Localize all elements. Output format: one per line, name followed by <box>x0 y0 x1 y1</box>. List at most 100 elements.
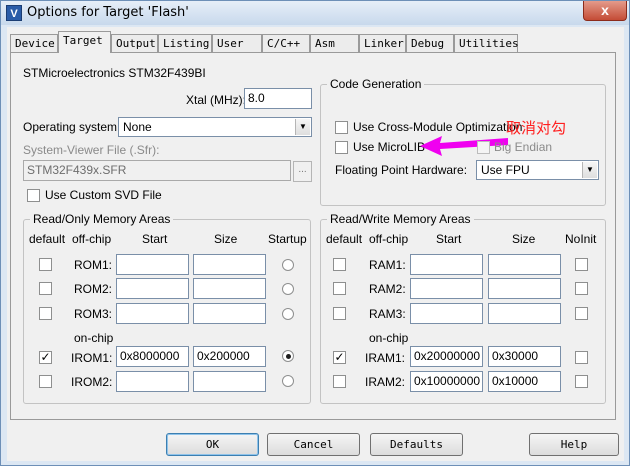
ram3-noinit-checkbox[interactable] <box>575 307 588 320</box>
microlib-label: Use MicroLIB <box>353 140 426 154</box>
irom1-start-input[interactable]: 0x8000000 <box>116 346 189 367</box>
cross-module-optimization-label: Use Cross-Module Optimization <box>353 120 523 134</box>
title-bar[interactable]: V Options for Target 'Flash' x <box>1 1 629 25</box>
irom1-default-checkbox[interactable]: ✓ <box>39 351 52 364</box>
ram2-noinit-checkbox[interactable] <box>575 282 588 295</box>
iram2-default-checkbox[interactable] <box>333 375 346 388</box>
iram1-size-input[interactable]: 0x30000 <box>488 346 561 367</box>
tab-user[interactable]: User <box>212 34 262 52</box>
rom3-label: ROM3: <box>74 307 113 321</box>
ram-onchip-label: on-chip <box>369 331 409 345</box>
tab-listing[interactable]: Listing <box>158 34 212 52</box>
iram1-label: IRAM1: <box>365 351 406 365</box>
ram-header-start: Start <box>436 232 462 246</box>
device-name: STMicroelectronics STM32F439BI <box>23 66 206 80</box>
irom1-size-input[interactable]: 0x200000 <box>193 346 266 367</box>
ram1-start-input[interactable] <box>410 254 483 275</box>
rom3-default-checkbox[interactable] <box>39 307 52 320</box>
defaults-button[interactable]: Defaults <box>370 433 463 456</box>
rom2-label: ROM2: <box>74 282 113 296</box>
rom3-startup-radio[interactable] <box>282 308 294 320</box>
ram1-noinit-checkbox[interactable] <box>575 258 588 271</box>
ram3-default-checkbox[interactable] <box>333 307 346 320</box>
tab-debug[interactable]: Debug <box>406 34 454 52</box>
iram1-start-input[interactable]: 0x20000000 <box>410 346 483 367</box>
fpu-value: Use FPU <box>481 163 530 177</box>
iram2-start-input[interactable]: 0x10000000 <box>410 371 483 392</box>
ram-header-size: Size <box>512 232 536 246</box>
ram2-size-input[interactable] <box>488 278 561 299</box>
irom2-label: IROM2: <box>71 375 113 389</box>
rom1-default-checkbox[interactable] <box>39 258 52 271</box>
rom2-size-input[interactable] <box>193 278 266 299</box>
iram2-noinit-checkbox[interactable] <box>575 375 588 388</box>
ram-header-noinit: NoInit <box>565 232 597 246</box>
ram1-default-checkbox[interactable] <box>333 258 346 271</box>
ram1-size-input[interactable] <box>488 254 561 275</box>
rom2-default-checkbox[interactable] <box>39 282 52 295</box>
ram2-default-checkbox[interactable] <box>333 282 346 295</box>
chevron-down-icon: ▼ <box>582 162 597 178</box>
rom1-startup-radio[interactable] <box>282 259 294 271</box>
cross-module-optimization-checkbox[interactable] <box>335 121 348 134</box>
keil-app-icon: V <box>6 5 22 21</box>
xtal-input[interactable]: 8.0 <box>244 88 312 109</box>
operating-system-select[interactable]: None ▼ <box>118 117 312 137</box>
microlib-checkbox[interactable] <box>335 141 348 154</box>
tab-asm[interactable]: Asm <box>310 34 359 52</box>
rom-header-default: default <box>29 232 66 246</box>
irom2-startup-radio[interactable] <box>282 375 294 387</box>
rom-header-size: Size <box>214 232 238 246</box>
iram1-default-checkbox[interactable]: ✓ <box>333 351 346 364</box>
tab-strip: Device Target Output Listing User C/C++ … <box>6 30 616 53</box>
ram3-size-input[interactable] <box>488 303 561 324</box>
cancel-button[interactable]: Cancel <box>267 433 360 456</box>
ram-group-title: Read/Write Memory Areas <box>327 212 474 226</box>
custom-svd-checkbox[interactable] <box>27 189 40 202</box>
rom2-startup-radio[interactable] <box>282 283 294 295</box>
code-generation-title: Code Generation <box>327 77 425 91</box>
ram3-label: RAM3: <box>369 307 406 321</box>
irom2-start-input[interactable] <box>116 371 189 392</box>
rom1-size-input[interactable] <box>193 254 266 275</box>
rom-header-start: Start <box>142 232 168 246</box>
ram3-start-input[interactable] <box>410 303 483 324</box>
rom-group-title: Read/Only Memory Areas <box>30 212 174 226</box>
ram-header-default: default <box>326 232 363 246</box>
tab-utilities[interactable]: Utilities <box>454 34 519 52</box>
tab-c-cpp[interactable]: C/C++ <box>262 34 310 52</box>
operating-system-value: None <box>123 120 152 134</box>
svd-browse-button[interactable]: ... <box>293 161 312 182</box>
iram1-noinit-checkbox[interactable] <box>575 351 588 364</box>
ram2-start-input[interactable] <box>410 278 483 299</box>
iram2-label: IRAM2: <box>365 375 406 389</box>
rom-onchip-label: on-chip <box>74 331 114 345</box>
tab-output[interactable]: Output <box>111 34 158 52</box>
rom1-label: ROM1: <box>74 258 113 272</box>
svd-file-input[interactable]: STM32F439x.SFR <box>23 160 291 181</box>
tab-target[interactable]: Target <box>58 31 111 53</box>
help-button[interactable]: Help <box>529 433 619 456</box>
rom3-start-input[interactable] <box>116 303 189 324</box>
tab-device[interactable]: Device <box>10 34 58 52</box>
window-title: Options for Target 'Flash' <box>27 5 189 20</box>
big-endian-label: Big Endian <box>494 140 553 154</box>
custom-svd-label: Use Custom SVD File <box>45 188 162 202</box>
rom1-start-input[interactable] <box>116 254 189 275</box>
rom3-size-input[interactable] <box>193 303 266 324</box>
ram2-label: RAM2: <box>369 282 406 296</box>
irom1-startup-radio[interactable] <box>282 350 294 362</box>
tab-linker[interactable]: Linker <box>359 34 406 52</box>
irom2-default-checkbox[interactable] <box>39 375 52 388</box>
iram2-size-input[interactable]: 0x10000 <box>488 371 561 392</box>
ok-button[interactable]: OK <box>166 433 259 456</box>
operating-system-label: Operating system: <box>23 120 121 134</box>
fpu-select[interactable]: Use FPU ▼ <box>476 160 599 180</box>
ram-header-offchip: off-chip <box>369 232 409 246</box>
annotation-text: 取消对勾 <box>506 119 567 137</box>
close-button[interactable]: x <box>583 1 627 21</box>
irom2-size-input[interactable] <box>193 371 266 392</box>
chevron-down-icon: ▼ <box>295 119 310 135</box>
rom2-start-input[interactable] <box>116 278 189 299</box>
big-endian-checkbox[interactable] <box>477 141 490 154</box>
